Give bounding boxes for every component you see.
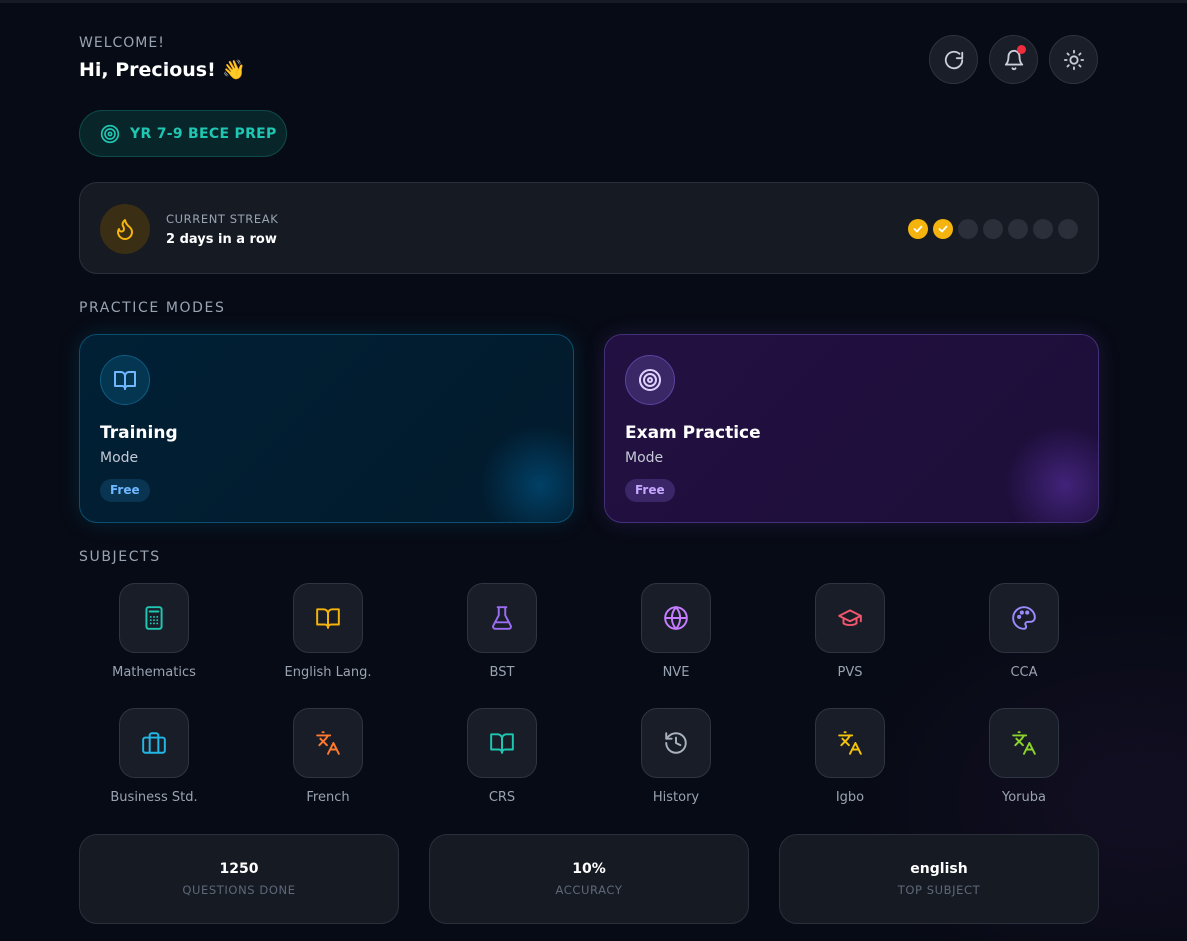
streak-label: CURRENT STREAK: [166, 212, 279, 226]
target-icon: [100, 124, 120, 143]
history-icon: [665, 732, 687, 754]
practice-modes-heading: PRACTICE MODES: [79, 300, 226, 316]
stat-top-subject: english TOP SUBJECT: [779, 834, 1099, 924]
subject-english-lang[interactable]: English Lang.: [253, 583, 403, 680]
check-icon: [913, 225, 923, 233]
refresh-icon: [944, 50, 963, 69]
subject-label: CCA: [1010, 665, 1038, 680]
subjects-heading: SUBJECTS: [79, 549, 161, 565]
subject-french[interactable]: French: [253, 708, 403, 805]
training-mode-icon-badge: [100, 355, 150, 405]
subject-label: Igbo: [835, 790, 865, 805]
subject-label: CRS: [488, 790, 516, 805]
stat-value: 1250: [219, 861, 259, 877]
check-icon: [938, 225, 948, 233]
subject-tile: [467, 708, 537, 778]
subject-tile: [293, 708, 363, 778]
subject-tile: [119, 583, 189, 653]
stat-accuracy: 10% ACCURACY: [429, 834, 749, 924]
flask-icon: [492, 606, 512, 630]
refresh-button[interactable]: [929, 35, 978, 84]
notifications-button[interactable]: [989, 35, 1038, 84]
subject-label: Business Std.: [110, 790, 198, 805]
exam-mode-subtitle: Mode: [625, 450, 664, 466]
exam-mode-badge: Free: [625, 479, 675, 502]
subject-tile: [641, 583, 711, 653]
book-open-icon: [316, 608, 340, 629]
exam-practice-mode-card[interactable]: Exam Practice Mode Free: [604, 334, 1099, 523]
calculator-icon: [145, 606, 163, 630]
training-mode-card[interactable]: Training Mode Free: [79, 334, 574, 523]
subject-history[interactable]: History: [601, 708, 751, 805]
subject-pvs[interactable]: PVS: [775, 583, 925, 680]
streak-day-pending: [1058, 219, 1078, 239]
subject-tile: [293, 583, 363, 653]
streak-day-pending: [1008, 219, 1028, 239]
book-open-icon: [490, 733, 514, 754]
translate-icon: [316, 731, 340, 755]
target-icon: [639, 369, 661, 391]
exam-mode-icon-badge: [625, 355, 675, 405]
notification-dot: [1017, 45, 1026, 54]
subject-label: Mathematics: [112, 665, 196, 680]
subject-tile: [815, 583, 885, 653]
subject-tile: [641, 708, 711, 778]
subject-label: French: [306, 790, 350, 805]
book-open-icon: [114, 371, 136, 390]
subject-label: BST: [489, 665, 515, 680]
streak-day-pending: [958, 219, 978, 239]
subject-nve[interactable]: NVE: [601, 583, 751, 680]
welcome-label: WELCOME!: [79, 35, 165, 51]
stat-label: ACCURACY: [555, 883, 623, 897]
streak-day-pending: [983, 219, 1003, 239]
subject-cca[interactable]: CCA: [949, 583, 1099, 680]
streak-day-dots: [908, 219, 1078, 239]
greeting-title: Hi, Precious! 👋: [79, 59, 247, 81]
subject-yoruba[interactable]: Yoruba: [949, 708, 1099, 805]
subject-mathematics[interactable]: Mathematics: [79, 583, 229, 680]
translate-icon: [1012, 731, 1036, 755]
streak-day-pending: [1033, 219, 1053, 239]
flame-icon: [117, 219, 133, 240]
subject-tile: [989, 583, 1059, 653]
flame-badge: [100, 204, 150, 254]
subject-bst[interactable]: BST: [427, 583, 577, 680]
subject-tile: [815, 708, 885, 778]
subject-label: NVE: [662, 665, 690, 680]
subject-tile: [467, 583, 537, 653]
stat-value: english: [910, 861, 968, 877]
subject-igbo[interactable]: Igbo: [775, 708, 925, 805]
subject-label: Yoruba: [1002, 790, 1046, 805]
top-border: [0, 0, 1187, 3]
sun-icon: [1063, 49, 1084, 70]
translate-icon: [838, 731, 862, 755]
subject-label: History: [652, 790, 700, 805]
globe-icon: [664, 605, 688, 631]
grade-level-pill[interactable]: YR 7-9 BECE PREP: [79, 110, 287, 157]
training-mode-subtitle: Mode: [100, 450, 139, 466]
exam-mode-title: Exam Practice: [625, 423, 761, 443]
subject-crs[interactable]: CRS: [427, 708, 577, 805]
streak-day-completed: [933, 219, 953, 239]
training-mode-title: Training: [100, 423, 178, 443]
palette-icon: [1012, 606, 1036, 630]
graduation-cap-icon: [838, 609, 862, 627]
training-mode-badge: Free: [100, 479, 150, 502]
briefcase-icon: [142, 732, 166, 754]
stat-value: 10%: [572, 861, 606, 877]
header-actions: [929, 35, 1098, 84]
subject-business-std[interactable]: Business Std.: [79, 708, 229, 805]
stat-label: TOP SUBJECT: [897, 883, 981, 897]
subject-label: English Lang.: [284, 665, 372, 680]
grade-level-label: YR 7-9 BECE PREP: [130, 125, 277, 142]
subject-tile: [119, 708, 189, 778]
streak-day-completed: [908, 219, 928, 239]
streak-card: CURRENT STREAK 2 days in a row: [79, 182, 1099, 274]
streak-value: 2 days in a row: [166, 232, 277, 247]
stat-label: QUESTIONS DONE: [182, 883, 296, 897]
subject-tile: [989, 708, 1059, 778]
stat-questions-done: 1250 QUESTIONS DONE: [79, 834, 399, 924]
theme-toggle-button[interactable]: [1049, 35, 1098, 84]
subject-label: PVS: [837, 665, 863, 680]
